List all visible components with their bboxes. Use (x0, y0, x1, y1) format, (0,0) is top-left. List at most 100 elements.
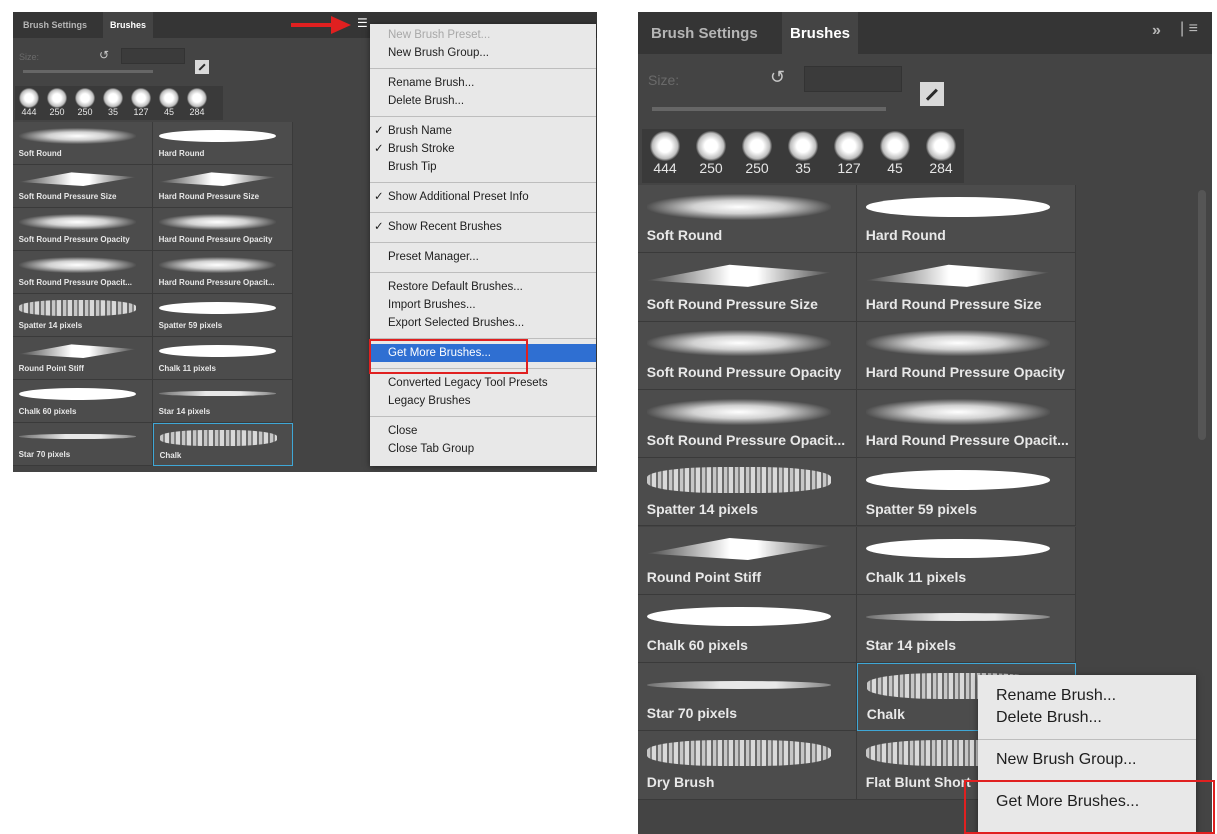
brush-preset[interactable]: Spatter 14 pixels (638, 458, 857, 527)
recent-brush-thumbnail (696, 131, 726, 161)
brush-preset[interactable]: Chalk 60 pixels (13, 380, 153, 423)
menu-item-close-tab-group[interactable]: Close Tab Group (370, 440, 596, 458)
menu-item-converted-legacy-tool-presets[interactable]: Converted Legacy Tool Presets (370, 374, 596, 392)
brush-preset[interactable]: Spatter 59 pixels (153, 294, 293, 337)
brush-preset[interactable]: Hard Round Pressure Opacit... (857, 389, 1076, 459)
menu-item-label: Import Brushes... (388, 299, 476, 311)
brush-preset[interactable]: Hard Round Pressure Size (153, 165, 293, 208)
brush-preset[interactable]: Hard Round Pressure Opacity (153, 208, 293, 251)
recent-brush[interactable]: 444 (642, 129, 688, 183)
menu-item-show-additional-preset-info[interactable]: ✓ Show Additional Preset Info (370, 188, 596, 206)
tab-brush-settings[interactable]: Brush Settings (13, 12, 109, 38)
brush-preset[interactable]: Soft Round Pressure Opacit... (13, 251, 153, 294)
menu-item-preset-manager[interactable]: Preset Manager... (370, 248, 596, 266)
brush-preset[interactable]: Hard Round Pressure Opacity (857, 321, 1076, 390)
brush-stroke-preview (18, 299, 137, 316)
brush-preset[interactable]: Spatter 14 pixels (13, 294, 153, 337)
recent-brush[interactable]: 35 (780, 129, 826, 183)
brush-preset[interactable]: Star 70 pixels (638, 663, 857, 732)
brush-preset[interactable]: Spatter 59 pixels (857, 458, 1076, 527)
recent-brush[interactable]: 127 (127, 86, 155, 120)
vertical-scrollbar[interactable] (1198, 190, 1206, 440)
recent-brush[interactable]: 284 (183, 86, 211, 120)
brush-preset[interactable]: Chalk 11 pixels (153, 337, 293, 380)
brush-stroke-preview (18, 213, 137, 230)
size-slider[interactable] (23, 70, 153, 73)
brush-preset[interactable]: Hard Round Pressure Size (857, 253, 1076, 322)
collapse-panels-icon[interactable]: » (1152, 22, 1161, 40)
brush-name-label: Chalk 60 pixels (646, 637, 748, 654)
menu-item-brush-stroke[interactable]: ✓ Brush Stroke (370, 140, 596, 158)
brush-stroke-preview (865, 264, 1050, 287)
brush-preset[interactable]: Soft Round (13, 122, 153, 165)
create-brush-icon[interactable] (195, 60, 209, 74)
tab-brushes[interactable]: Brushes (782, 12, 858, 54)
brush-preset[interactable]: Star 14 pixels (857, 594, 1076, 664)
create-brush-icon[interactable] (920, 82, 944, 106)
recent-brush-size: 35 (795, 160, 811, 176)
brush-name-label: Soft Round (18, 148, 62, 158)
brush-stroke-preview (158, 344, 277, 357)
menu-item-delete-brush[interactable]: Delete Brush... (978, 707, 1196, 729)
brush-name-label: Soft Round (646, 227, 723, 244)
menu-item-new-brush-group[interactable]: New Brush Group... (978, 749, 1196, 771)
menu-item-show-recent-brushes[interactable]: ✓ Show Recent Brushes (370, 218, 596, 236)
recent-brushes-bar: 444 250 250 35 127 45 284 (642, 129, 964, 183)
recent-brush[interactable]: 250 (688, 129, 734, 183)
recent-brush[interactable]: 127 (826, 129, 872, 183)
brush-stroke-preview (865, 398, 1050, 425)
brush-stroke-preview (158, 301, 277, 314)
brush-name-label: Hard Round (865, 227, 946, 244)
brush-preset[interactable]: Hard Round (857, 185, 1076, 254)
flyout-menu-icon[interactable]: ☰ (357, 16, 368, 30)
brush-preset[interactable]: Hard Round (153, 122, 293, 165)
brush-preset[interactable]: Star 14 pixels (153, 380, 293, 423)
brush-preset[interactable]: Round Point Stiff (13, 337, 153, 380)
menu-item-close[interactable]: Close (370, 422, 596, 440)
brush-preset[interactable]: Round Point Stiff (638, 526, 857, 595)
recent-brush[interactable]: 250 (43, 86, 71, 120)
reset-size-icon[interactable]: ↺ (99, 48, 109, 62)
brush-preset[interactable]: Soft Round Pressure Size (638, 253, 857, 322)
recent-brush[interactable]: 35 (99, 86, 127, 120)
brush-preset[interactable]: Soft Round Pressure Opacity (13, 208, 153, 251)
panel-menu-icon[interactable]: | ≡ (1180, 20, 1198, 38)
recent-brush[interactable]: 45 (872, 129, 918, 183)
reset-size-icon[interactable]: ↺ (770, 67, 785, 88)
brush-preset[interactable]: Star 70 pixels (13, 423, 153, 466)
tab-brush-settings[interactable]: Brush Settings (638, 12, 791, 54)
menu-item-brush-tip[interactable]: Brush Tip (370, 158, 596, 176)
brush-stroke-preview (646, 193, 831, 220)
menu-item-brush-name[interactable]: ✓ Brush Name (370, 122, 596, 140)
size-input[interactable] (121, 48, 185, 64)
tab-brushes[interactable]: Brushes (103, 12, 153, 38)
menu-item-rename-brush[interactable]: Rename Brush... (978, 685, 1196, 707)
size-slider[interactable] (652, 107, 886, 111)
brush-name-label: Spatter 14 pixels (18, 320, 83, 330)
brush-stroke-preview (865, 612, 1050, 621)
size-input[interactable] (804, 66, 902, 92)
brush-preset[interactable]: Chalk 60 pixels (638, 594, 857, 664)
recent-brush[interactable]: 250 (734, 129, 780, 183)
recent-brush[interactable]: 284 (918, 129, 964, 183)
menu-separator (978, 739, 1196, 740)
menu-item-rename-brush[interactable]: Rename Brush... (370, 74, 596, 92)
menu-item-export-selected-brushes[interactable]: Export Selected Brushes... (370, 314, 596, 332)
menu-item-legacy-brushes[interactable]: Legacy Brushes (370, 392, 596, 410)
brush-preset[interactable]: Hard Round Pressure Opacit... (153, 251, 293, 294)
menu-item-restore-default-brushes[interactable]: Restore Default Brushes... (370, 278, 596, 296)
brush-preset[interactable]: Soft Round (638, 185, 857, 254)
brush-preset[interactable]: Soft Round Pressure Opacity (638, 321, 857, 390)
menu-item-import-brushes[interactable]: Import Brushes... (370, 296, 596, 314)
brush-preset[interactable]: Chalk (153, 423, 293, 466)
recent-brush[interactable]: 45 (155, 86, 183, 120)
recent-brush-size: 250 (77, 107, 93, 117)
brush-preset[interactable]: Dry Brush (638, 731, 857, 800)
brush-preset[interactable]: Chalk 11 pixels (857, 526, 1076, 595)
recent-brush[interactable]: 250 (71, 86, 99, 120)
brush-preset[interactable]: Soft Round Pressure Opacit... (638, 389, 857, 459)
menu-item-delete-brush[interactable]: Delete Brush... (370, 92, 596, 110)
menu-item-new-brush-group[interactable]: New Brush Group... (370, 44, 596, 62)
brush-preset[interactable]: Soft Round Pressure Size (13, 165, 153, 208)
recent-brush[interactable]: 444 (15, 86, 43, 120)
